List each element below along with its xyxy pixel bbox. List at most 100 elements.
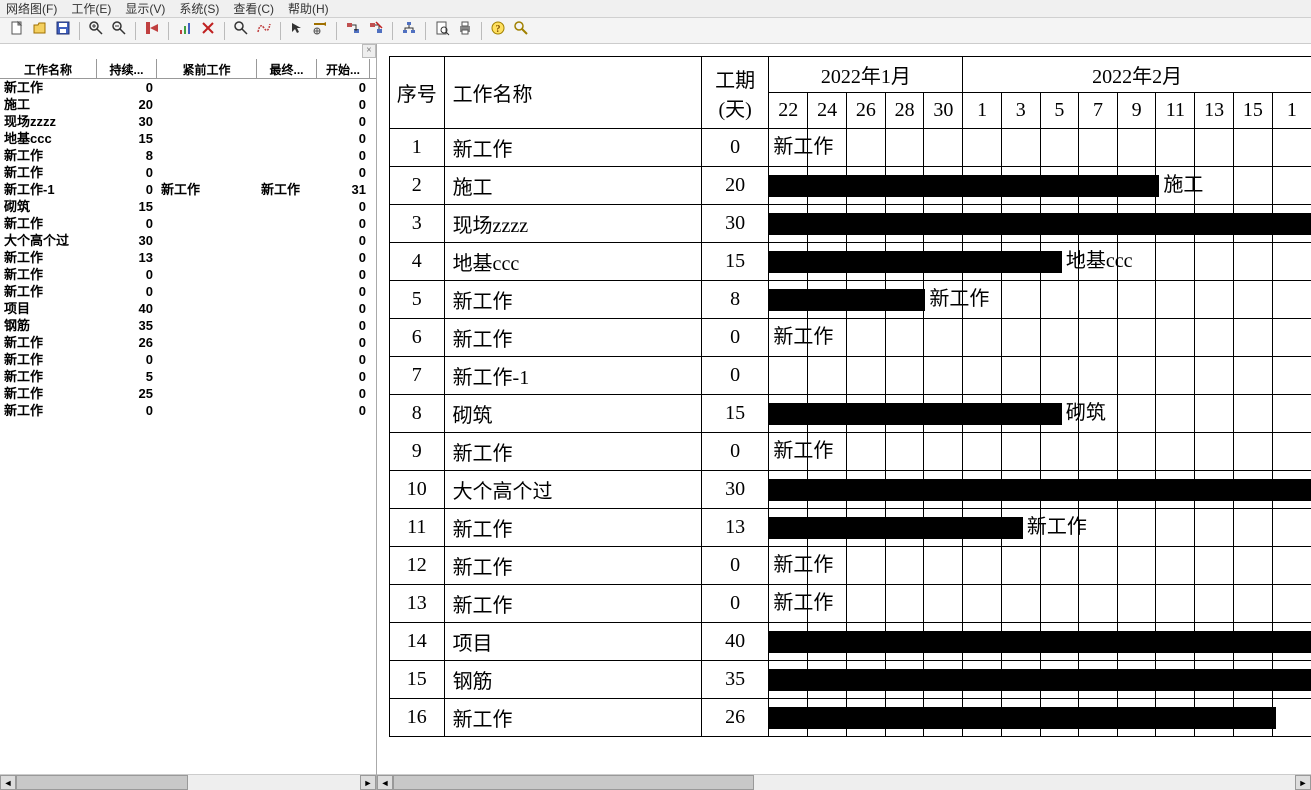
link-remove-button[interactable] xyxy=(365,20,387,42)
help-button[interactable]: ? xyxy=(487,20,509,42)
gantt-row[interactable]: 3现场zzzz30 xyxy=(390,205,1311,243)
gantt-row[interactable]: 10大个高个过30 xyxy=(390,471,1311,509)
table-row[interactable]: 现场zzzz300 xyxy=(0,113,376,130)
scroll-left-button[interactable]: ◄ xyxy=(377,775,393,790)
toolbar: ? xyxy=(0,18,1311,44)
gantt-bar[interactable] xyxy=(769,251,1062,273)
menu-work[interactable]: 工作(E) xyxy=(71,0,111,17)
gantt-row[interactable]: 1新工作0新工作 xyxy=(390,129,1311,167)
gantt-row[interactable]: 12新工作0新工作 xyxy=(390,547,1311,585)
gantt-bar[interactable] xyxy=(769,707,1276,729)
gantt-row[interactable]: 4地基ccc15地基ccc xyxy=(390,243,1311,281)
table-row[interactable]: 新工作80 xyxy=(0,147,376,164)
goto-button[interactable] xyxy=(141,20,163,42)
save-button[interactable] xyxy=(52,20,74,42)
gantt-bar[interactable] xyxy=(769,669,1311,691)
search-button[interactable] xyxy=(230,20,252,42)
col-seq-header[interactable]: 序号 xyxy=(390,57,445,129)
scroll-right-button[interactable]: ► xyxy=(1295,775,1311,790)
gantt-row[interactable]: 16新工作26 xyxy=(390,699,1311,737)
cell: 13 xyxy=(97,249,157,266)
gantt-row[interactable]: 15钢筋35 xyxy=(390,661,1311,699)
table-row[interactable]: 新工作00 xyxy=(0,79,376,96)
gantt-cell: 新工作 xyxy=(769,129,808,167)
gantt-row[interactable]: 2施工20施工 xyxy=(390,167,1311,205)
table-row[interactable]: 钢筋350 xyxy=(0,317,376,334)
gantt-cell xyxy=(846,319,885,357)
table-row[interactable]: 新工作00 xyxy=(0,351,376,368)
gantt-bar[interactable] xyxy=(769,517,1023,539)
scroll-thumb[interactable] xyxy=(16,775,188,790)
preview-button[interactable] xyxy=(431,20,453,42)
gantt-bar[interactable] xyxy=(769,631,1311,653)
table-row[interactable]: 新工作00 xyxy=(0,164,376,181)
link-add-button[interactable] xyxy=(342,20,364,42)
gantt-row[interactable]: 13新工作0新工作 xyxy=(390,585,1311,623)
gantt-row[interactable]: 6新工作0新工作 xyxy=(390,319,1311,357)
col-header-4[interactable]: 开始... xyxy=(317,59,370,78)
table-row[interactable]: 项目400 xyxy=(0,300,376,317)
col-dur-header[interactable]: 工期(天) xyxy=(701,57,769,129)
cell xyxy=(157,130,257,147)
table-row[interactable]: 新工作50 xyxy=(0,368,376,385)
org-button[interactable] xyxy=(398,20,420,42)
gantt-row[interactable]: 11新工作13新工作 xyxy=(390,509,1311,547)
arrow-tool-button[interactable] xyxy=(286,20,308,42)
search-icon xyxy=(233,20,249,41)
gantt-row[interactable]: 7新工作-10 xyxy=(390,357,1311,395)
table-row[interactable]: 新工作250 xyxy=(0,385,376,402)
scroll-left-button[interactable]: ◄ xyxy=(0,775,16,790)
new-button[interactable] xyxy=(6,20,28,42)
gantt-bar[interactable] xyxy=(769,175,1159,197)
find-button[interactable] xyxy=(510,20,532,42)
bars-button[interactable] xyxy=(174,20,196,42)
table-row[interactable]: 地基ccc150 xyxy=(0,130,376,147)
table-row[interactable]: 新工作130 xyxy=(0,249,376,266)
gantt-cell xyxy=(1079,357,1118,395)
zoom-in-button[interactable] xyxy=(85,20,107,42)
table-row[interactable]: 新工作00 xyxy=(0,283,376,300)
col-header-0[interactable]: 工作名称 xyxy=(0,59,97,78)
col-header-2[interactable]: 紧前工作 xyxy=(157,59,257,78)
scroll-thumb[interactable] xyxy=(393,775,754,790)
right-h-scrollbar[interactable]: ◄ ► xyxy=(377,774,1311,790)
menu-system[interactable]: 系统(S) xyxy=(179,0,219,17)
gantt-row[interactable]: 5新工作8新工作 xyxy=(390,281,1311,319)
gantt-bar[interactable] xyxy=(769,213,1311,235)
path-button[interactable] xyxy=(253,20,275,42)
gantt-bar[interactable] xyxy=(769,289,925,311)
table-row[interactable]: 新工作260 xyxy=(0,334,376,351)
menu-network[interactable]: 网络图(F) xyxy=(6,0,57,17)
scroll-track[interactable] xyxy=(393,775,1295,790)
print-button[interactable] xyxy=(454,20,476,42)
gantt-row[interactable]: 8砌筑15砌筑 xyxy=(390,395,1311,433)
col-header-1[interactable]: 持续... xyxy=(97,59,157,78)
gantt-row[interactable]: 9新工作0新工作 xyxy=(390,433,1311,471)
settings-button[interactable] xyxy=(309,20,331,42)
open-button[interactable] xyxy=(29,20,51,42)
table-row[interactable]: 砌筑150 xyxy=(0,198,376,215)
gantt-bar[interactable] xyxy=(769,479,1311,501)
close-pane-button[interactable]: × xyxy=(362,44,376,58)
left-h-scrollbar[interactable]: ◄ ► xyxy=(0,774,376,790)
cell: 5 xyxy=(97,368,157,385)
scroll-right-button[interactable]: ► xyxy=(360,775,376,790)
table-row[interactable]: 新工作00 xyxy=(0,266,376,283)
table-row[interactable]: 新工作-10新工作新工作31 xyxy=(0,181,376,198)
table-row[interactable]: 大个高个过300 xyxy=(0,232,376,249)
table-row[interactable]: 新工作00 xyxy=(0,402,376,419)
gantt-row[interactable]: 14项目40 xyxy=(390,623,1311,661)
gantt-bar[interactable] xyxy=(769,403,1062,425)
table-row[interactable]: 施工200 xyxy=(0,96,376,113)
delete-button[interactable] xyxy=(197,20,219,42)
cell: 0 xyxy=(97,283,157,300)
col-header-3[interactable]: 最终... xyxy=(257,59,317,78)
gantt-bar-label: 施工 xyxy=(1163,173,1203,197)
table-row[interactable]: 新工作00 xyxy=(0,215,376,232)
col-name-header[interactable]: 工作名称 xyxy=(444,57,701,129)
menu-check[interactable]: 查看(C) xyxy=(233,0,274,17)
menu-help[interactable]: 帮助(H) xyxy=(288,0,329,17)
scroll-track[interactable] xyxy=(16,775,360,790)
zoom-out-button[interactable] xyxy=(108,20,130,42)
menu-view[interactable]: 显示(V) xyxy=(125,0,165,17)
